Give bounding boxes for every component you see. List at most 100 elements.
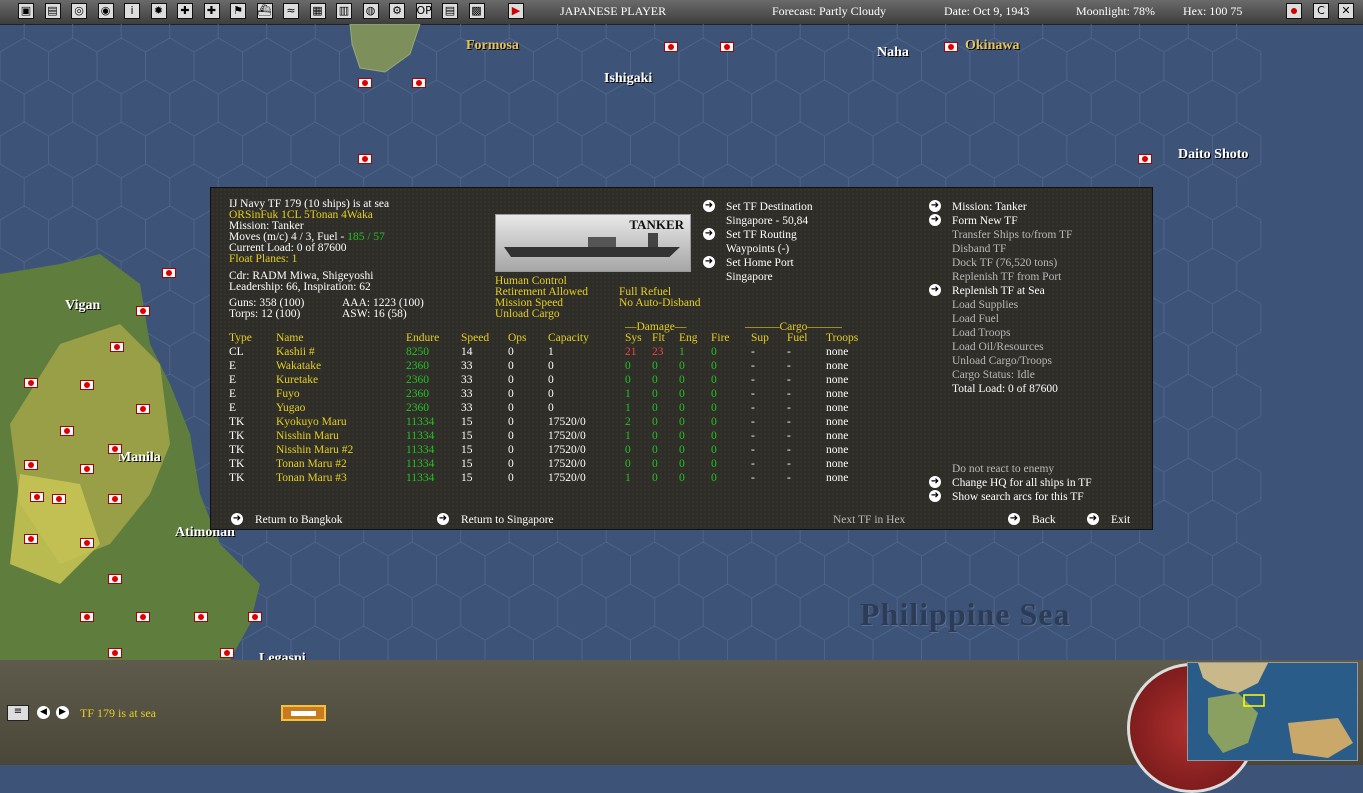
column-header[interactable]: Speed — [461, 332, 489, 345]
back-button[interactable]: Back — [1032, 514, 1056, 527]
arrow-right-icon[interactable]: ➜ — [703, 256, 715, 268]
load-supplies-button[interactable]: Load Supplies — [952, 299, 1018, 312]
ship-list-icon[interactable]: ≡ — [7, 705, 29, 721]
report-icon[interactable]: ▤ — [44, 3, 61, 19]
next-tf-button[interactable]: Next TF in Hex — [833, 514, 905, 527]
japanese-unit-icon[interactable] — [108, 574, 122, 584]
table-cell[interactable]: Fuyo — [276, 388, 300, 401]
wave-icon[interactable]: ≈ — [283, 3, 299, 19]
set-routing-button[interactable]: Set TF Routing — [726, 229, 797, 242]
unload-cargo-troops-button[interactable]: Unload Cargo/Troops — [952, 355, 1052, 368]
medical-icon[interactable]: ✚ — [177, 3, 193, 19]
op-icon[interactable]: OP — [415, 3, 432, 19]
japanese-unit-icon[interactable] — [220, 648, 234, 658]
dock-tf-button[interactable]: Dock TF (76,520 tons) — [952, 257, 1057, 270]
prev-arrow-icon[interactable]: ◀ — [37, 706, 50, 719]
japanese-unit-icon[interactable] — [136, 612, 150, 622]
table-cell[interactable]: Kyokuyo Maru — [276, 416, 347, 429]
c-icon[interactable]: C — [1313, 3, 1329, 19]
column-header[interactable]: Capacity — [548, 332, 589, 345]
arrow-right-icon[interactable]: ➜ — [437, 513, 449, 525]
load-fuel-button[interactable]: Load Fuel — [952, 313, 999, 326]
japanese-unit-icon[interactable] — [110, 342, 124, 352]
chart-icon[interactable]: ▦ — [309, 3, 326, 19]
air-icon[interactable]: ✚ — [203, 3, 220, 19]
japanese-unit-icon[interactable] — [162, 268, 176, 278]
load-oil-button[interactable]: Load Oil/Resources — [952, 341, 1044, 354]
japanese-unit-icon[interactable] — [30, 492, 44, 502]
japanese-unit-icon[interactable] — [80, 612, 94, 622]
table-cell[interactable]: Kashii # — [276, 346, 315, 359]
japanese-unit-icon[interactable] — [664, 42, 678, 52]
next-arrow-icon[interactable]: ▶ — [56, 706, 69, 719]
table-cell[interactable]: Nisshin Maru — [276, 430, 339, 443]
arrow-right-icon[interactable]: ➜ — [929, 284, 941, 296]
auto-disband-toggle[interactable]: No Auto-Disband — [619, 297, 700, 310]
group-icon[interactable]: ▥ — [336, 3, 352, 19]
japanese-unit-icon[interactable] — [24, 534, 38, 544]
japanese-unit-icon[interactable] — [52, 494, 66, 504]
exit-button[interactable]: Exit — [1111, 514, 1130, 527]
table-cell[interactable]: Kuretake — [276, 374, 318, 387]
do-not-react-toggle[interactable]: Do not react to enemy — [952, 463, 1054, 476]
japanese-unit-icon[interactable] — [60, 426, 74, 436]
info-icon[interactable]: i — [124, 3, 140, 19]
close-icon[interactable]: ✕ — [1338, 3, 1354, 19]
return-singapore-button[interactable]: Return to Singapore — [461, 514, 554, 527]
japanese-unit-icon[interactable] — [108, 494, 122, 504]
japanese-unit-icon[interactable] — [248, 612, 262, 622]
return-bangkok-button[interactable]: Return to Bangkok — [255, 514, 343, 527]
japanese-unit-icon[interactable] — [108, 648, 122, 658]
replenish-sea-button[interactable]: Replenish TF at Sea — [952, 285, 1045, 298]
disband-tf-button[interactable]: Disband TF — [952, 243, 1006, 256]
japanese-unit-icon[interactable] — [108, 444, 122, 454]
column-header[interactable]: Endure — [406, 332, 439, 345]
column-header[interactable]: Name — [276, 332, 303, 345]
mission-button[interactable]: Mission: Tanker — [952, 201, 1027, 214]
japanese-unit-icon[interactable] — [136, 404, 150, 414]
column-header[interactable]: Flt — [652, 332, 665, 345]
table-cell[interactable]: Wakatake — [276, 360, 321, 373]
column-header[interactable]: Ops — [508, 332, 527, 345]
photo-icon[interactable]: ▩ — [468, 3, 485, 19]
table-cell[interactable]: Tonan Maru #3 — [276, 472, 347, 485]
set-home-port-button[interactable]: Set Home Port — [726, 257, 794, 270]
japanese-unit-icon[interactable] — [24, 460, 38, 470]
column-header[interactable]: Fire — [711, 332, 730, 345]
japanese-unit-icon[interactable] — [80, 380, 94, 390]
japanese-unit-icon[interactable] — [136, 306, 150, 316]
arrow-right-icon[interactable]: ➜ — [929, 476, 941, 488]
japanese-unit-icon[interactable] — [358, 78, 372, 88]
play-icon[interactable]: ▶ — [508, 3, 524, 19]
list-icon[interactable]: ◎ — [71, 3, 87, 19]
japanese-unit-icon[interactable] — [720, 42, 734, 52]
globe-icon[interactable]: ◍ — [362, 3, 379, 19]
japanese-unit-icon[interactable] — [412, 78, 426, 88]
ship-icon[interactable]: ⛴ — [256, 3, 273, 19]
map-icon[interactable]: ▣ — [18, 3, 34, 19]
tf-float-planes[interactable]: Float Planes: 1 — [229, 253, 297, 266]
form-new-tf-button[interactable]: Form New TF — [952, 215, 1018, 228]
intel-icon[interactable]: ◉ — [97, 3, 114, 19]
flag2-icon[interactable]: ⚑ — [230, 3, 246, 19]
flag-icon[interactable]: ✹ — [150, 3, 167, 19]
transfer-ships-button[interactable]: Transfer Ships to/from TF — [952, 229, 1072, 242]
table-cell[interactable]: Yugao — [276, 402, 305, 415]
japanese-unit-icon[interactable] — [24, 378, 38, 388]
arrow-right-icon[interactable]: ➜ — [703, 228, 715, 240]
column-header[interactable]: Fuel — [787, 332, 807, 345]
column-header[interactable]: Type — [229, 332, 252, 345]
table-cell[interactable]: Tonan Maru #2 — [276, 458, 347, 471]
arrow-right-icon[interactable]: ➜ — [929, 214, 941, 226]
arrow-right-icon[interactable]: ➜ — [1008, 513, 1020, 525]
japan-flag-icon[interactable] — [1286, 3, 1302, 19]
gear-icon[interactable]: ⚙ — [389, 3, 405, 19]
change-hq-button[interactable]: Change HQ for all ships in TF — [952, 477, 1092, 490]
table-icon[interactable]: ▤ — [442, 3, 458, 19]
arrow-right-icon[interactable]: ➜ — [231, 513, 243, 525]
replenish-port-button[interactable]: Replenish TF from Port — [952, 271, 1061, 284]
table-cell[interactable]: Nisshin Maru #2 — [276, 444, 353, 457]
set-destination-button[interactable]: Set TF Destination — [726, 201, 813, 214]
japanese-unit-icon[interactable] — [358, 154, 372, 164]
japanese-unit-icon[interactable] — [80, 538, 94, 548]
